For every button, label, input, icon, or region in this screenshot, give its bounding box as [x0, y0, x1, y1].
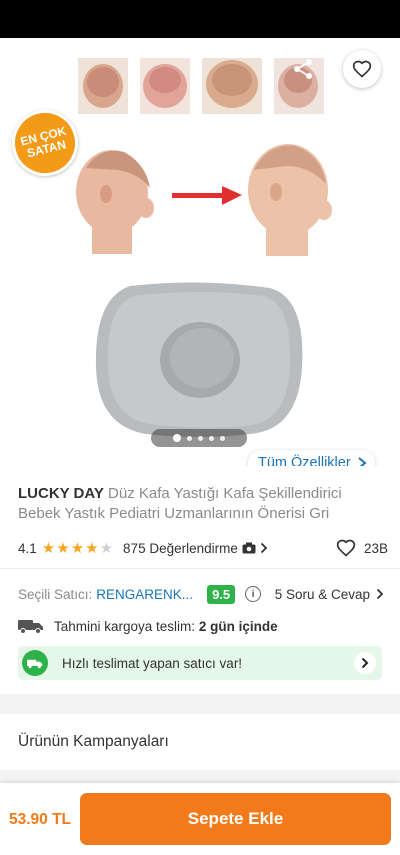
carousel-dot-2[interactable] — [187, 435, 192, 441]
campaign-row[interactable]: Ürünün Kampanyaları — [0, 714, 400, 770]
pillow — [95, 282, 303, 437]
favorites-value: 23B — [363, 540, 388, 556]
reviews-link[interactable]: 875 Değerlendirme — [123, 541, 268, 556]
campaign-label: Ürünün Kampanyaları — [18, 733, 169, 750]
shipping-row: Tahmini kargoya teslim: 2 gün içinde — [18, 615, 388, 637]
star-empty-icon: ★ — [99, 540, 114, 557]
add-to-cart-button[interactable]: Sepete Ekle — [80, 793, 391, 845]
product-image — [76, 58, 332, 437]
reviews-label: 875 Değerlendirme — [123, 540, 238, 556]
share-button[interactable] — [284, 51, 322, 87]
seller-label: Seçili Satıcı: — [18, 586, 93, 602]
all-features-button[interactable]: Tüm Özellikler — [248, 450, 375, 466]
carousel-dot-1[interactable] — [173, 434, 181, 442]
shipping-label: Tahmini kargoya teslim: 2 gün içinde — [54, 619, 278, 634]
rating-row: 4.1 ★ ★ ★ ★ ★ 875 Değerlendirme 23B — [18, 538, 388, 558]
shipping-label-text: Tahmini kargoya teslim: — [54, 618, 196, 634]
fast-delivery-label: Hızlı teslimat yapan satıcı var! — [62, 655, 243, 671]
chevron-right-icon — [361, 657, 369, 669]
truck-icon — [27, 659, 43, 668]
back-arrow-icon — [22, 61, 43, 79]
favorites-count[interactable]: 23B — [336, 538, 388, 558]
carousel-dot-3[interactable] — [198, 435, 203, 441]
baby-head-after — [248, 144, 332, 256]
product-title: LUCKY DAY Düz Kafa Yastığı Kafa Şekillen… — [18, 484, 388, 524]
shipping-value: 2 gün içinde — [198, 618, 278, 634]
seller-score-badge: 9.5 — [207, 584, 236, 604]
favorite-button[interactable] — [343, 50, 381, 88]
info-icon[interactable]: i — [245, 586, 262, 602]
divider — [0, 568, 400, 569]
rating-score: 4.1 — [18, 540, 37, 556]
seller-row: Seçili Satıcı: RENGARENK... 9.5 i 5 Soru… — [18, 583, 388, 605]
rating-stars: ★ ★ ★ ★ ★ — [42, 539, 113, 557]
truck-icon — [18, 620, 43, 634]
share-icon — [294, 59, 312, 79]
back-button[interactable] — [12, 52, 52, 88]
seller-name-link[interactable]: RENGARENK... — [96, 587, 193, 602]
product-brand[interactable]: LUCKY DAY — [18, 485, 104, 502]
star-icon: ★ — [85, 540, 99, 557]
chevron-right-icon — [260, 542, 268, 554]
star-icon: ★ — [56, 540, 70, 557]
chevron-right-icon — [358, 457, 367, 466]
bottom-action-bar: 53.90 TL Sepete Ekle — [0, 783, 400, 855]
price-label: 53.90 TL — [9, 811, 72, 828]
status-bar — [0, 0, 400, 38]
star-icon: ★ — [41, 540, 56, 557]
red-arrow — [172, 186, 242, 205]
heart-icon — [352, 60, 372, 78]
qa-link[interactable]: 5 Soru & Cevap — [275, 587, 384, 602]
carousel-dot-4[interactable] — [209, 435, 214, 441]
camera-icon — [242, 542, 256, 554]
product-info-panel: LUCKY DAY Düz Kafa Yastığı Kafa Şekillen… — [0, 466, 400, 694]
product-image-carousel[interactable]: EN ÇOK SATAN Tüm Özellikler — [0, 38, 400, 466]
heart-icon — [336, 539, 356, 557]
fast-delivery-banner[interactable]: Hızlı teslimat yapan satıcı var! — [18, 646, 382, 680]
fast-delivery-chevron[interactable] — [354, 652, 376, 674]
baby-head-before — [76, 150, 154, 254]
star-icon: ★ — [70, 540, 85, 557]
qa-label: 5 Soru & Cevap — [274, 586, 370, 602]
chevron-right-icon — [376, 588, 384, 600]
all-features-label: Tüm Özellikler — [258, 455, 351, 466]
carousel-indicator[interactable] — [151, 429, 247, 447]
truck-icon-circle — [22, 650, 48, 676]
carousel-dot-5[interactable] — [220, 435, 225, 441]
